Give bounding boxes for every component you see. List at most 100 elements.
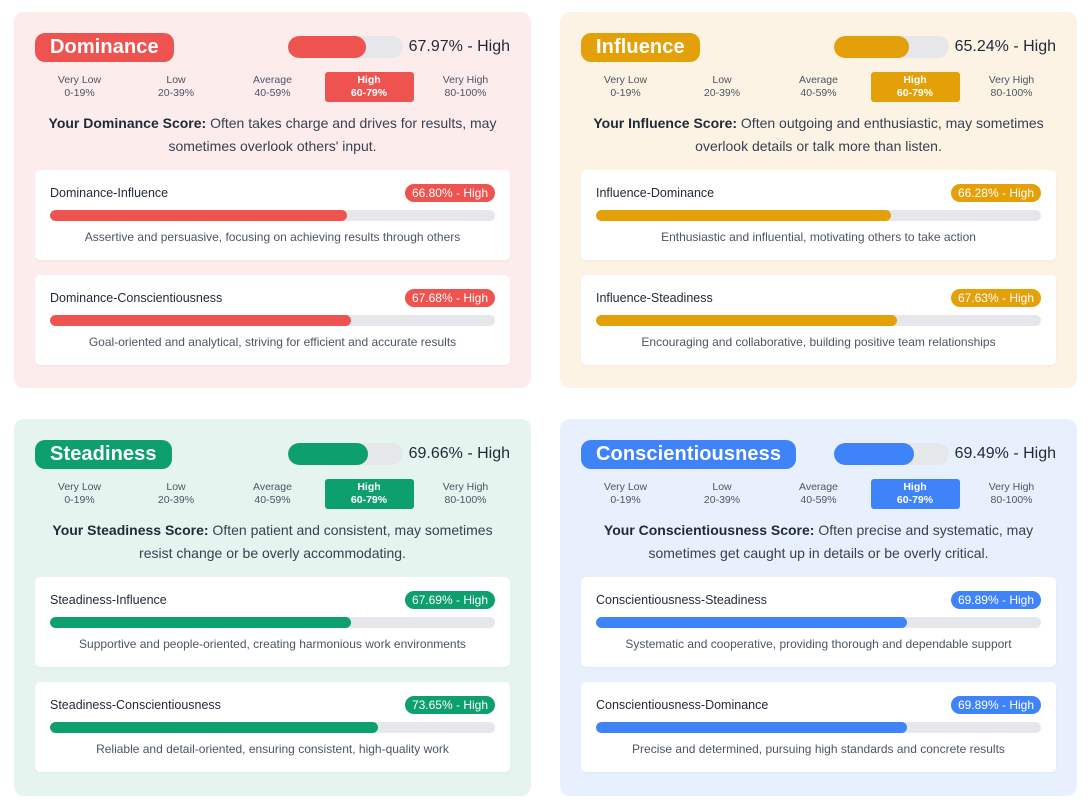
subtrait-list: Conscientiousness-Steadiness 69.89% - Hig…	[581, 577, 1056, 772]
trait-score-text: 69.66% - High	[408, 445, 510, 462]
trait-summary: Your Dominance Score: Often takes charge…	[35, 112, 510, 158]
subtrait-score-badge: 73.65% - High	[404, 696, 495, 714]
trait-score-bar-fill	[288, 36, 367, 58]
trait-score-text: 65.24% - High	[954, 38, 1056, 55]
subtrait-name: Steadiness-Conscientiousness	[50, 698, 221, 712]
subtrait-card: Steadiness-Conscientiousness 73.65% - Hig…	[35, 682, 510, 772]
subtrait-score-badge: 69.89% - High	[950, 591, 1041, 609]
level-range: 20-39%	[157, 494, 195, 506]
level-low: Low 20-39%	[132, 72, 221, 102]
level-range: 0-19%	[610, 87, 641, 99]
subtrait-score-badge: 66.28% - High	[950, 184, 1041, 202]
level-label: Low	[166, 74, 186, 86]
level-high: High 60-79%	[870, 72, 960, 102]
trait-summary-label: Your Dominance Score:	[48, 115, 207, 131]
level-label: Average	[253, 481, 292, 493]
level-label: Very High	[442, 481, 489, 493]
subtrait-description: Systematic and cooperative, providing th…	[625, 637, 1012, 651]
level-label: Very Low	[603, 481, 648, 493]
subtrait-bar	[596, 617, 1041, 628]
level-label: Average	[253, 74, 292, 86]
subtrait-card: Influence-Steadiness 67.63% - High Encour…	[581, 275, 1056, 365]
trait-name-pill: Influence	[581, 33, 700, 62]
subtrait-name: Dominance-Conscientiousness	[50, 291, 223, 305]
trait-summary-label: Your Steadiness Score:	[52, 522, 209, 538]
level-very-high: Very High 80-100%	[967, 72, 1056, 102]
subtrait-card: Dominance-Conscientiousness 67.68% - High…	[35, 275, 510, 365]
trait-name-pill: Conscientiousness	[581, 440, 797, 469]
level-very-high: Very High 80-100%	[967, 479, 1056, 509]
subtrait-description: Assertive and persuasive, focusing on ac…	[84, 230, 461, 244]
level-label: Very High	[988, 481, 1035, 493]
subtrait-bar	[50, 617, 495, 628]
level-range: 20-39%	[703, 494, 741, 506]
level-range: 80-100%	[990, 494, 1033, 506]
level-label: Average	[799, 74, 838, 86]
level-scale: Very Low 0-19% Low 20-39% Average 40-59% Hi…	[581, 479, 1056, 509]
trait-score-bar-fill	[834, 36, 910, 58]
level-label: Very High	[442, 74, 489, 86]
level-range: 40-59%	[254, 494, 291, 506]
subtrait-bar	[50, 722, 495, 733]
subtrait-bar-fill	[596, 722, 907, 733]
subtrait-card: Conscientiousness-Dominance 69.89% - High…	[581, 682, 1056, 772]
level-range: 80-100%	[444, 494, 487, 506]
subtrait-bar-fill	[596, 617, 907, 628]
level-label: Very High	[988, 74, 1035, 86]
trait-score-text: 69.49% - High	[954, 445, 1056, 462]
level-low: Low 20-39%	[132, 479, 221, 509]
level-label: High	[903, 481, 927, 493]
level-low: Low 20-39%	[678, 72, 767, 102]
subtrait-card: Dominance-Influence 66.80% - High Asserti…	[35, 170, 510, 260]
trait-summary-text: Often outgoing and enthusiastic, may som…	[695, 115, 1044, 154]
level-range: 0-19%	[64, 494, 95, 506]
trait-score-bar-fill	[834, 443, 914, 465]
subtrait-bar	[596, 722, 1041, 733]
level-scale: Very Low 0-19% Low 20-39% Average 40-59% Hi…	[581, 72, 1056, 102]
trait-header: Conscientiousness 69.49% - High	[581, 440, 1056, 469]
level-very-low: Very Low 0-19%	[581, 72, 670, 102]
trait-name-pill: Steadiness	[35, 440, 172, 469]
subtrait-score-badge: 69.89% - High	[950, 696, 1041, 714]
level-very-low: Very Low 0-19%	[35, 72, 124, 102]
level-range: 40-59%	[800, 494, 837, 506]
subtrait-description: Precise and determined, pursuing high st…	[632, 742, 1005, 756]
level-low: Low 20-39%	[678, 479, 767, 509]
level-range: 40-59%	[800, 87, 837, 99]
subtrait-name: Conscientiousness-Dominance	[596, 698, 769, 712]
level-label: High	[357, 481, 381, 493]
trait-score-bar	[288, 443, 403, 465]
subtrait-description: Goal-oriented and analytical, striving f…	[88, 335, 457, 349]
trait-card-steadiness: Steadiness 69.66% - High Very Low 0-19% L…	[14, 419, 531, 796]
level-scale: Very Low 0-19% Low 20-39% Average 40-59% Hi…	[35, 72, 510, 102]
level-range: 20-39%	[157, 87, 195, 99]
level-range: 60-79%	[896, 87, 934, 99]
level-label: Very Low	[57, 74, 102, 86]
level-label: Very Low	[57, 481, 102, 493]
subtrait-score-badge: 66.80% - High	[404, 184, 495, 202]
subtrait-bar-fill	[50, 722, 378, 733]
level-range: 40-59%	[254, 87, 291, 99]
subtrait-list: Influence-Dominance 66.28% - High Enthusi…	[581, 170, 1056, 365]
subtrait-name: Influence-Steadiness	[596, 291, 713, 305]
subtrait-list: Dominance-Influence 66.80% - High Asserti…	[35, 170, 510, 365]
level-label: Average	[799, 481, 838, 493]
level-average: Average 40-59%	[228, 479, 317, 509]
level-range: 60-79%	[350, 87, 388, 99]
level-label: High	[357, 74, 381, 86]
level-high: High 60-79%	[324, 479, 414, 509]
trait-card-conscientiousness: Conscientiousness 69.49% - High Very Low…	[560, 419, 1077, 796]
trait-card-influence: Influence 65.24% - High Very Low 0-19% Lo…	[560, 12, 1077, 388]
trait-score-bar-fill	[288, 443, 369, 465]
subtrait-bar-fill	[50, 315, 352, 326]
subtrait-bar	[50, 210, 495, 221]
level-label: Low	[712, 74, 732, 86]
subtrait-score-badge: 67.69% - High	[404, 591, 495, 609]
trait-summary-label: Your Conscientiousness Score:	[603, 522, 815, 538]
trait-summary: Your Influence Score: Often outgoing and…	[581, 112, 1056, 158]
subtrait-description: Supportive and people-oriented, creating…	[79, 637, 466, 651]
level-label: Low	[166, 481, 186, 493]
level-range: 60-79%	[896, 494, 934, 506]
level-range: 0-19%	[64, 87, 95, 99]
subtrait-bar	[596, 315, 1041, 326]
